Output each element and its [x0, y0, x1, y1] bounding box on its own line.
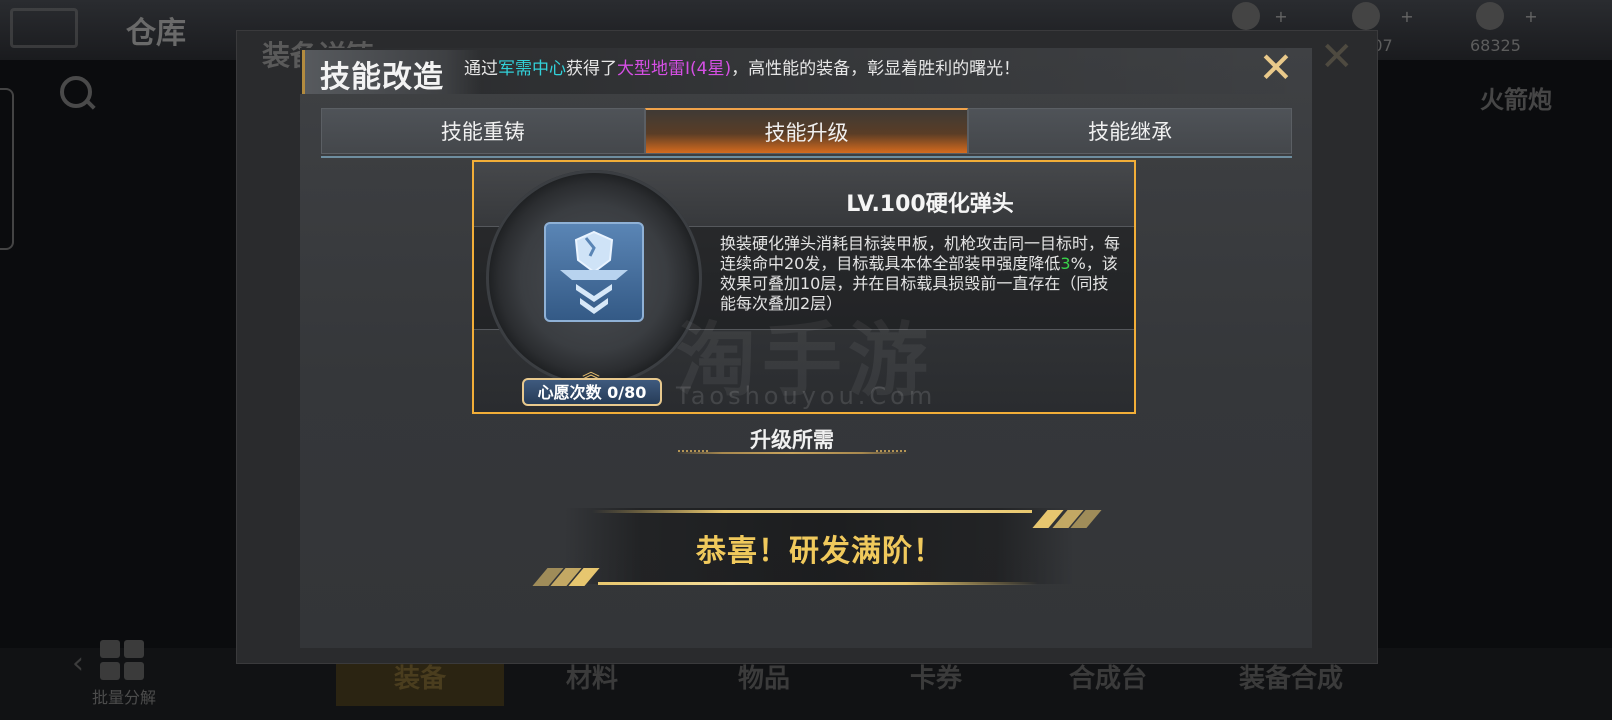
- tab-items[interactable]: 物品: [680, 658, 848, 706]
- side-drawer-tab[interactable]: [0, 88, 14, 250]
- tab-skill-inherit[interactable]: 技能继承: [968, 108, 1293, 154]
- outer-close-icon[interactable]: ✕: [1320, 34, 1354, 80]
- shield-arrow-glyph: [560, 230, 628, 314]
- ticker-prefix: 通过: [464, 59, 498, 79]
- search-icon[interactable]: [60, 76, 92, 108]
- ticker-source: 军需中心: [498, 59, 566, 79]
- rocket-launcher-label: 火箭炮: [1480, 86, 1552, 114]
- max-level-message: 恭喜！研发满阶！: [696, 534, 944, 569]
- wish-count-badge: 心愿次数 0/80: [522, 378, 662, 406]
- add-resource-button[interactable]: +: [1522, 8, 1540, 26]
- armor-piercing-shield-icon[interactable]: [544, 222, 644, 322]
- add-resource-button[interactable]: +: [1398, 8, 1416, 26]
- tab-coupons[interactable]: 卡券: [852, 658, 1020, 706]
- upgrade-requirements-heading: 升级所需: [750, 428, 834, 452]
- ticker-item: 大型地雷I(4星): [617, 59, 732, 79]
- tab-skill-reforge[interactable]: 技能重铸: [321, 108, 645, 154]
- banner-top-border: [592, 510, 1032, 513]
- close-icon[interactable]: ✕: [1256, 47, 1296, 89]
- tab-skill-upgrade[interactable]: 技能升级: [644, 108, 969, 154]
- heading-divider: [676, 452, 908, 454]
- heading-dots: [678, 450, 708, 456]
- rank-icon: [1476, 2, 1504, 30]
- wrench-icon: [1352, 2, 1380, 30]
- add-resource-button[interactable]: +: [1272, 8, 1290, 26]
- batch-decompose-label: 批量分解: [92, 688, 157, 707]
- banner-bottom-border: [598, 582, 1038, 585]
- screen-title: 仓库: [126, 16, 186, 51]
- batch-grid-icon[interactable]: [100, 640, 144, 680]
- medal-icon: [1232, 2, 1260, 30]
- announcement-ticker: 通过军需中心获得了大型地雷I(4星)，高性能的装备，彰显着胜利的曙光！: [464, 54, 1020, 79]
- skill-tabs: 技能重铸 技能升级 技能继承: [321, 108, 1293, 158]
- resource-count: 68325: [1470, 36, 1521, 55]
- ticker-suffix: ，高性能的装备，彰显着胜利的曙光！: [731, 59, 1021, 79]
- skill-description-highlight: 3: [1060, 254, 1071, 273]
- ticker-mid: 获得了: [566, 59, 617, 79]
- tab-equipment-synthesis[interactable]: 装备合成: [1196, 658, 1386, 706]
- dialog-title: 技能改造: [320, 60, 444, 95]
- chevron-left-icon[interactable]: ‹: [72, 646, 84, 681]
- tab-materials[interactable]: 材料: [508, 658, 676, 706]
- heading-dots: [876, 450, 906, 456]
- back-button[interactable]: [10, 8, 78, 48]
- tab-equipment[interactable]: 装备: [336, 658, 504, 706]
- watermark-url: Taoshouyou.Com: [676, 382, 937, 410]
- skill-name: LV.100硬化弹头: [846, 192, 1014, 217]
- tab-crafting-table[interactable]: 合成台: [1024, 658, 1192, 706]
